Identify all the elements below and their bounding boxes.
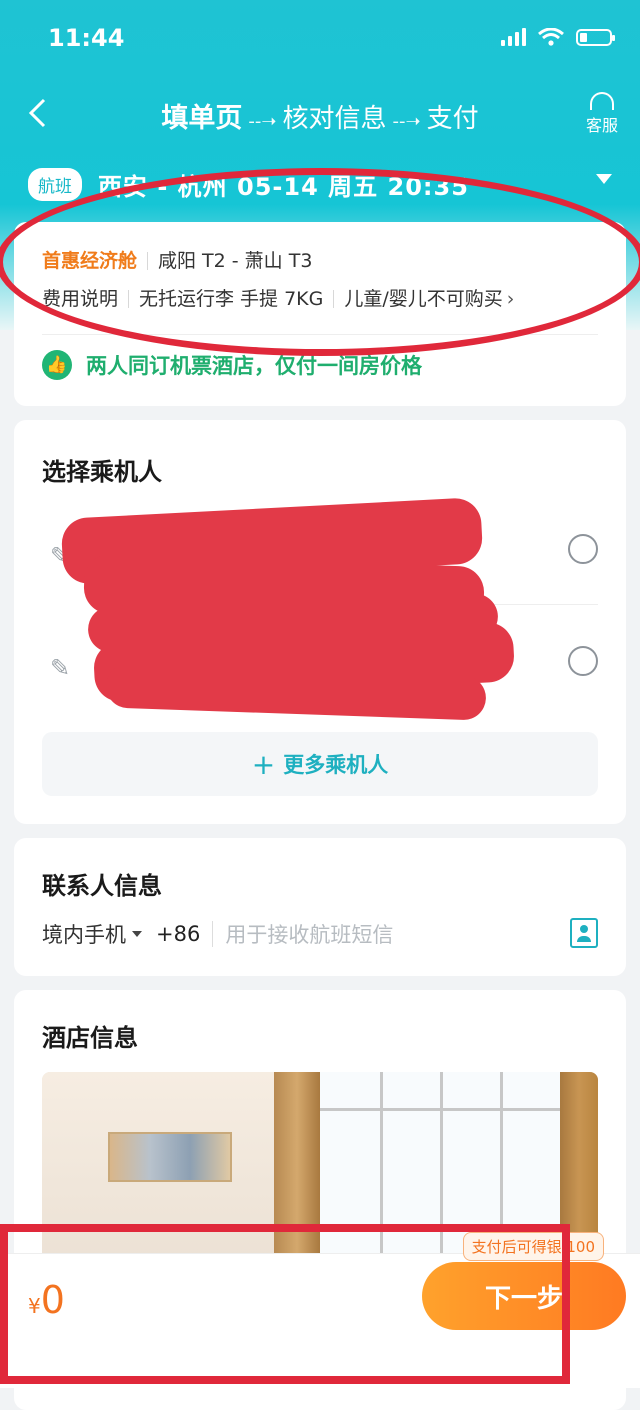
step-verify: 核对信息 — [282, 104, 387, 134]
currency-symbol: ¥ — [28, 1294, 41, 1318]
total-price: ¥0 — [28, 1278, 65, 1322]
status-icons — [501, 28, 615, 46]
step-arrow-icon: --➝ — [392, 111, 421, 132]
hotel-section-title: 酒店信息 — [42, 1024, 138, 1052]
wifi-icon — [538, 28, 564, 46]
customer-service-label: 客服 — [585, 116, 618, 135]
edit-pencil-icon[interactable]: ✎ — [50, 654, 70, 682]
status-time: 11:44 — [48, 24, 125, 52]
airports: 咸阳 T2 - 萧山 T3 — [158, 250, 313, 272]
fare-rules-link[interactable]: 费用说明 无托运行李 手提 7KG 儿童/婴儿不可购买 › — [42, 284, 614, 311]
phone-input[interactable]: 用于接收航班短信 — [225, 919, 393, 949]
promo-banner: 👍 两人同订机票酒店，仅付一间房价格 — [42, 350, 422, 380]
contact-card: 联系人信息 境内手机 +86 用于接收航班短信 — [14, 838, 626, 976]
customer-service-button[interactable]: 客服 — [582, 92, 622, 136]
thumbs-up-icon: 👍 — [42, 350, 72, 380]
passenger-card: 选择乘机人 ✎ ✎ + 更多乘机人 — [14, 420, 626, 824]
step-current: 填单页 — [161, 103, 243, 134]
chevron-right-icon: › — [506, 288, 515, 310]
baggage-rule: 无托运行李 手提 7KG — [139, 288, 324, 310]
plus-icon: + — [251, 747, 276, 781]
flight-tag: 航班 — [28, 167, 82, 201]
passenger-section-title: 选择乘机人 — [42, 458, 162, 486]
battery-icon — [576, 28, 615, 46]
cabin-name: 首惠经济舱 — [42, 250, 138, 272]
more-passengers-label: 更多乘机人 — [283, 753, 389, 777]
child-rule: 儿童/婴儿不可购买 — [344, 288, 503, 310]
caret-down-icon — [596, 174, 612, 184]
divider — [212, 921, 214, 947]
phone-type-select[interactable]: 境内手机 — [42, 919, 126, 949]
passenger-radio[interactable] — [568, 534, 598, 564]
divider — [42, 334, 598, 335]
step-arrow-icon: --➝ — [248, 111, 277, 132]
bottom-bar: ¥0 支付后可得银 100 下一步 — [0, 1232, 640, 1388]
caret-down-icon — [132, 931, 142, 937]
contact-row: 境内手机 +86 用于接收航班短信 — [42, 918, 598, 950]
reward-tip: 支付后可得银 100 — [462, 1232, 604, 1261]
passenger-radio[interactable] — [568, 646, 598, 676]
promo-text: 两人同订机票酒店，仅付一间房价格 — [86, 354, 422, 378]
contact-book-icon[interactable] — [570, 918, 598, 948]
next-step-button[interactable]: 下一步 — [422, 1262, 626, 1330]
more-passengers-button[interactable]: + 更多乘机人 — [42, 732, 598, 796]
flight-summary[interactable]: 航班 西安 - 杭州 05-14 周五 20:35 — [28, 164, 612, 204]
headset-icon — [590, 92, 614, 110]
cabin-card: 首惠经济舱 咸阳 T2 - 萧山 T3 费用说明 无托运行李 手提 7KG 儿童/婴儿… — [14, 222, 626, 406]
wall-painting — [108, 1132, 232, 1182]
country-code[interactable]: +86 — [156, 922, 200, 946]
price-amount: 0 — [40, 1278, 65, 1322]
progress-steps: 填单页 --➝ 核对信息 --➝ 支付 — [0, 96, 640, 135]
flight-route: 西安 - 杭州 05-14 周五 20:35 — [98, 172, 469, 201]
cellular-signal-icon — [501, 28, 526, 46]
fee-explanation: 费用说明 — [42, 288, 119, 310]
step-pay: 支付 — [426, 104, 479, 134]
contact-section-title: 联系人信息 — [42, 872, 162, 900]
cabin-row: 首惠经济舱 咸阳 T2 - 萧山 T3 — [42, 246, 312, 273]
